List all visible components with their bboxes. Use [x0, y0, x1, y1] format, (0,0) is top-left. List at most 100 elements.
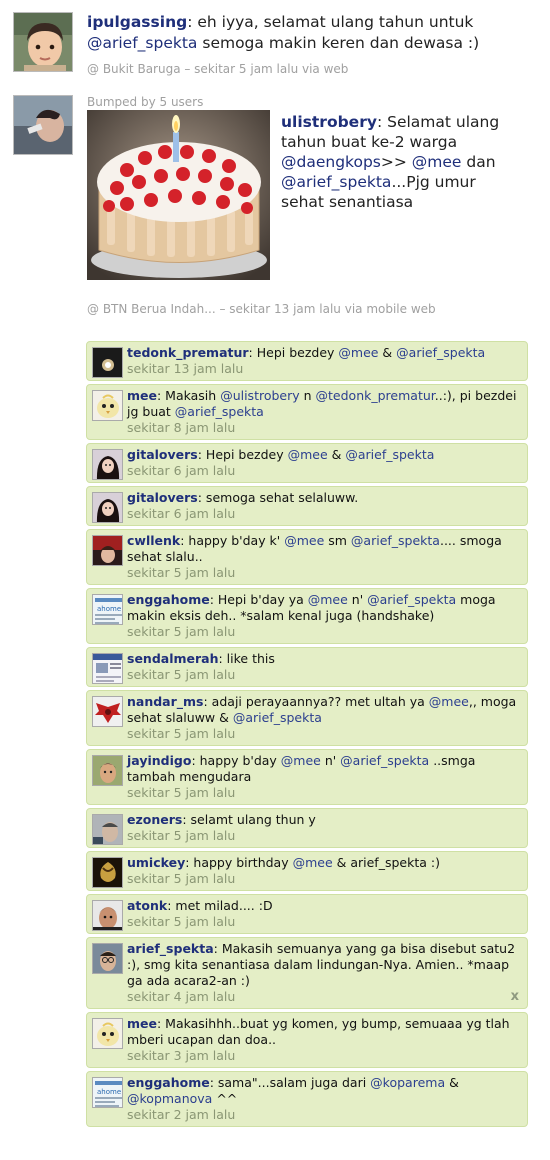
dark-avatar[interactable]	[92, 347, 123, 378]
text-avatar[interactable]: ahome	[92, 1077, 123, 1108]
comment-body: : Hepi bezdey	[197, 447, 288, 462]
comment-mention[interactable]: @arief_spekta	[367, 592, 456, 607]
comment-username[interactable]: tedonk_prematur	[127, 345, 249, 360]
post-text: ipulgassing: eh iyya, selamat ulang tahu…	[87, 13, 480, 52]
comment-mention[interactable]: @mee	[281, 753, 321, 768]
bumped-label[interactable]: Bumped by 5 users	[87, 95, 203, 109]
comment-timestamp: sekitar 3 jam lalu	[127, 1048, 236, 1063]
comment-mention[interactable]: @arief_spekta	[175, 404, 264, 419]
comment-body: : Makasih	[156, 388, 221, 403]
comment-mention[interactable]: @mee	[284, 533, 324, 548]
screen-avatar[interactable]	[92, 653, 123, 684]
post-text: ulistrobery: Selamat ulang tahun buat ke…	[281, 113, 500, 211]
comment-mention[interactable]: @arief_spekta	[345, 447, 434, 462]
mention-arief-spekta[interactable]: @arief_spekta	[281, 173, 391, 191]
comment-timestamp: sekitar 6 jam lalu	[127, 463, 236, 478]
post-meta: @ Bukit Baruga – sekitar 5 jam lalu via …	[87, 62, 349, 76]
comment-text: umickey: happy birthday @mee & arief_spe…	[127, 855, 519, 871]
comment-mention[interactable]: @mee	[308, 592, 348, 607]
comment-body: : Hepi b'day ya	[209, 592, 308, 607]
comment-body: ^^	[212, 1091, 238, 1106]
text-avatar[interactable]: ahome	[92, 594, 123, 625]
chick-avatar[interactable]	[92, 1018, 123, 1049]
cake-photo[interactable]	[87, 110, 270, 280]
comment-username[interactable]: sendalmerah	[127, 651, 219, 666]
comment-username[interactable]: atonk	[127, 898, 167, 913]
face-avatar[interactable]	[92, 900, 123, 931]
comment-text: atonk: met milad.... :D	[127, 898, 519, 914]
comment-text: tedonk_prematur: Hepi bezdey @mee & @ari…	[127, 345, 519, 361]
comment-username[interactable]: jayindigo	[127, 753, 191, 768]
comment-timestamp: sekitar 5 jam lalu	[127, 914, 236, 929]
gold-avatar[interactable]	[92, 857, 123, 888]
comment-username[interactable]: gitalovers	[127, 447, 198, 462]
comment-body: sm	[324, 533, 351, 548]
comment-item: cwllenk: happy b'day k' @mee sm @arief_s…	[86, 529, 528, 585]
comment-timestamp: sekitar 4 jam lalu	[127, 989, 236, 1004]
comment-body: : Hepi bezdey	[248, 345, 339, 360]
comment-timestamp: sekitar 6 jam lalu	[127, 506, 236, 521]
comment-username[interactable]: enggahome	[127, 592, 210, 607]
comment-timestamp: sekitar 5 jam lalu	[127, 624, 236, 639]
glasses-avatar[interactable]	[92, 943, 123, 974]
comment-item: arief_spekta: Makasih semuanya yang ga b…	[86, 937, 528, 1009]
post-username[interactable]: ulistrobery	[281, 113, 377, 131]
comment-item: tedonk_prematur: Hepi bezdey @mee & @ari…	[86, 341, 528, 381]
comment-mention[interactable]: @arief_spekta	[351, 533, 440, 548]
comment-username[interactable]: umickey	[127, 855, 185, 870]
comment-timestamp: sekitar 5 jam lalu	[127, 871, 236, 886]
comment-username[interactable]: ezoners	[127, 812, 182, 827]
comment-body: : happy b'day k'	[180, 533, 285, 548]
comment-username[interactable]: enggahome	[127, 1075, 210, 1090]
comment-mention[interactable]: @mee	[429, 694, 469, 709]
grey-avatar[interactable]	[92, 814, 123, 845]
comment-body: : Makasihhh..buat yg komen, yg bump, sem…	[127, 1016, 510, 1047]
svg-text:ahome: ahome	[97, 605, 121, 613]
comment-username[interactable]: gitalovers	[127, 490, 198, 505]
red-avatar[interactable]	[92, 535, 123, 566]
wings-avatar[interactable]	[92, 696, 123, 727]
comment-mention[interactable]: @ulistrobery	[220, 388, 299, 403]
comment-username[interactable]: cwllenk	[127, 533, 180, 548]
comment-username[interactable]: nandar_ms	[127, 694, 204, 709]
girl-avatar[interactable]	[92, 492, 123, 523]
comment-mention[interactable]: @arief_spekta	[396, 345, 485, 360]
man-avatar[interactable]	[92, 755, 123, 786]
comment-mention[interactable]: @mee	[293, 855, 333, 870]
comment-body: : selamt ulang thun y	[182, 812, 316, 827]
comment-body: : met milad.... :D	[167, 898, 273, 913]
comment-body: n'	[347, 592, 368, 607]
mention-mee[interactable]: @mee	[412, 153, 462, 171]
comment-item: mee: Makasihhh..buat yg komen, yg bump, …	[86, 1012, 528, 1068]
comment-text: mee: Makasih @ulistrobery n @tedonk_prem…	[127, 388, 519, 420]
avatar-ulistrobery[interactable]	[13, 95, 73, 155]
chick-avatar[interactable]	[92, 390, 123, 421]
comment-mention[interactable]: @mee	[338, 345, 378, 360]
mention-daengkops[interactable]: @daengkops	[281, 153, 381, 171]
svg-text:ahome: ahome	[97, 1088, 121, 1096]
post-mention[interactable]: @arief_spekta	[87, 34, 197, 52]
comment-username[interactable]: mee	[127, 1016, 157, 1031]
comment-username[interactable]: mee	[127, 388, 157, 403]
comment-mention[interactable]: @tedonk_prematur	[316, 388, 435, 403]
comment-body: : happy b'day	[191, 753, 281, 768]
comment-body: &	[445, 1075, 459, 1090]
comment-item: mee: Makasih @ulistrobery n @tedonk_prem…	[86, 384, 528, 440]
comment-mention[interactable]: @arief_spekta	[340, 753, 429, 768]
girl-avatar[interactable]	[92, 449, 123, 480]
comment-timestamp: sekitar 5 jam lalu	[127, 726, 236, 741]
comment-mention[interactable]: @kopmanova	[127, 1091, 212, 1106]
delete-comment-icon[interactable]: x	[511, 989, 519, 1004]
post-meta: @ BTN Berua Indah... – sekitar 13 jam la…	[87, 302, 436, 316]
comment-mention[interactable]: @arief_spekta	[233, 710, 322, 725]
comment-text: gitalovers: Hepi bezdey @mee & @arief_sp…	[127, 447, 519, 463]
comment-timestamp: sekitar 13 jam lalu	[127, 361, 244, 376]
comment-body: & arief_spekta :)	[332, 855, 440, 870]
comment-username[interactable]: arief_spekta	[127, 941, 214, 956]
avatar-child[interactable]	[13, 12, 73, 72]
comment-item: jayindigo: happy b'day @mee n' @arief_sp…	[86, 749, 528, 805]
comment-mention[interactable]: @koparema	[370, 1075, 445, 1090]
comment-body: &	[327, 447, 346, 462]
comment-mention[interactable]: @mee	[288, 447, 328, 462]
post-username[interactable]: ipulgassing	[87, 13, 187, 31]
